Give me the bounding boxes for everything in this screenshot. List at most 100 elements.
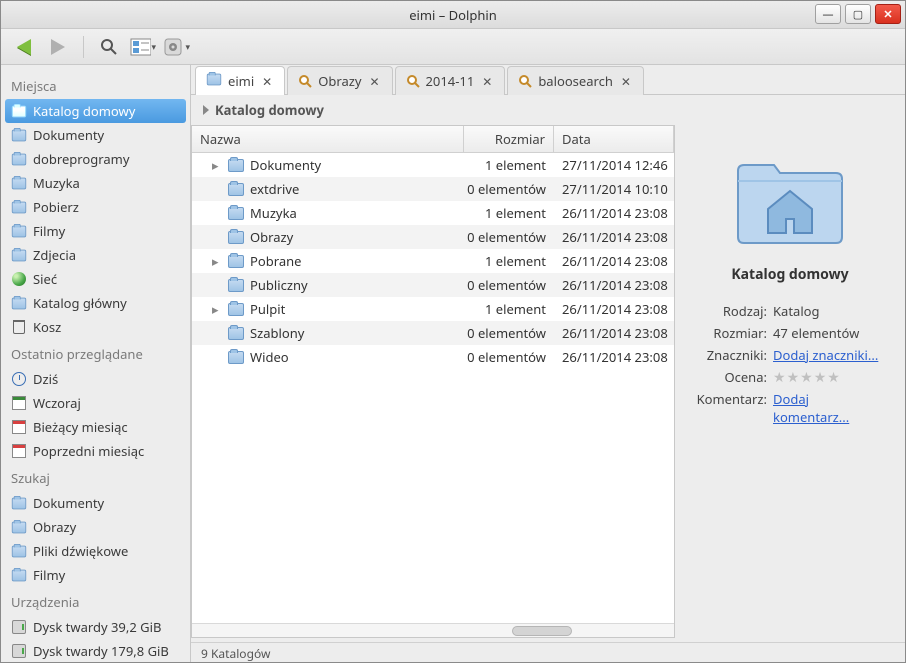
sidebar-section-title: Miejsca [1, 71, 190, 99]
column-size[interactable]: Rozmiar [464, 126, 554, 152]
add-tags-link[interactable]: Dodaj znaczniki... [773, 346, 878, 364]
sidebar-item-label: Wczoraj [33, 394, 81, 412]
expander-icon[interactable]: ▸ [212, 156, 222, 174]
table-row[interactable]: Muzyka1 element26/11/2014 23:08 [192, 201, 674, 225]
column-name[interactable]: Nazwa [192, 126, 464, 152]
sidebar-item[interactable]: Filmy [1, 219, 190, 243]
sidebar-item[interactable]: Dysk twardy 179,8 GiB [1, 639, 190, 662]
sidebar-item[interactable]: Sieć [1, 267, 190, 291]
table-row[interactable]: ▸Pulpit1 element26/11/2014 23:08 [192, 297, 674, 321]
sidebar-item[interactable]: Dokumenty [1, 123, 190, 147]
breadcrumb[interactable]: Katalog domowy [191, 95, 905, 125]
rating-label: Ocena: [695, 368, 773, 386]
add-comment-link[interactable]: Dodaj komentarz... [773, 390, 849, 426]
sidebar-item[interactable]: dobreprogramy [1, 147, 190, 171]
separator [83, 36, 84, 58]
row-date: 27/11/2014 12:46 [554, 156, 674, 174]
row-date: 26/11/2014 23:08 [554, 252, 674, 270]
horizontal-scrollbar[interactable] [192, 623, 674, 637]
sidebar-item[interactable]: Katalog główny [1, 291, 190, 315]
search-icon [406, 74, 420, 88]
window: eimi – Dolphin — ▢ ✕ ▾ ▾ MiejscaKatalog … [0, 0, 906, 663]
row-name: Pulpit [250, 300, 285, 318]
column-date[interactable]: Data [554, 126, 674, 152]
row-date: 26/11/2014 23:08 [554, 228, 674, 246]
breadcrumb-label: Katalog domowy [215, 101, 324, 119]
sidebar-item[interactable]: Dysk twardy 39,2 GiB [1, 615, 190, 639]
rows: ▸Dokumenty1 element27/11/2014 12:46extdr… [192, 153, 674, 623]
row-name: Publiczny [250, 276, 308, 294]
sidebar-item-label: Sieć [33, 270, 57, 288]
comment-label: Komentarz: [695, 390, 773, 426]
sidebar-item[interactable]: Obrazy [1, 515, 190, 539]
expander-icon[interactable]: ▸ [212, 252, 222, 270]
sidebar-item[interactable]: Dokumenty [1, 491, 190, 515]
table-row[interactable]: Szablony0 elementów26/11/2014 23:08 [192, 321, 674, 345]
row-size: 0 elementów [464, 276, 554, 294]
table-row[interactable]: ▸Dokumenty1 element27/11/2014 12:46 [192, 153, 674, 177]
sidebar-item[interactable]: Dziś [1, 367, 190, 391]
tab[interactable]: 2014-11✕ [395, 66, 506, 95]
trash-icon [11, 319, 27, 335]
tab-close-icon[interactable]: ✕ [619, 74, 633, 88]
clock-icon [11, 371, 27, 387]
search-button[interactable] [96, 34, 122, 60]
settings-button[interactable]: ▾ [164, 34, 190, 60]
tab-close-icon[interactable]: ✕ [368, 74, 382, 88]
toolbar: ▾ ▾ [1, 29, 905, 65]
table-row[interactable]: Wideo0 elementów26/11/2014 23:08 [192, 345, 674, 369]
close-button[interactable]: ✕ [875, 4, 901, 24]
rating-stars[interactable]: ★★★★★ [773, 371, 840, 385]
row-date: 26/11/2014 23:08 [554, 276, 674, 294]
sidebar-item-label: Pliki dźwiękowe [33, 542, 128, 560]
table-row[interactable]: extdrive0 elementów27/11/2014 10:10 [192, 177, 674, 201]
expander-icon[interactable]: ▸ [212, 300, 222, 318]
sidebar-item[interactable]: Zdjecia [1, 243, 190, 267]
sidebar-item[interactable]: Pliki dźwiękowe [1, 539, 190, 563]
main: eimi✕Obrazy✕2014-11✕baloosearch✕ Katalog… [191, 65, 905, 662]
sidebar-item-label: Pobierz [33, 198, 79, 216]
tab[interactable]: eimi✕ [195, 66, 285, 95]
view-mode-button[interactable]: ▾ [130, 34, 156, 60]
maximize-button[interactable]: ▢ [845, 4, 871, 24]
tab-close-icon[interactable]: ✕ [260, 74, 274, 88]
row-date: 26/11/2014 23:08 [554, 348, 674, 366]
row-size: 0 elementów [464, 180, 554, 198]
sidebar-item-label: Filmy [33, 222, 65, 240]
tab[interactable]: baloosearch✕ [507, 66, 644, 95]
row-name: Wideo [250, 348, 289, 366]
sidebar-item[interactable]: Pobierz [1, 195, 190, 219]
globe-icon [11, 271, 27, 287]
tab-close-icon[interactable]: ✕ [480, 74, 494, 88]
table-row[interactable]: Obrazy0 elementów26/11/2014 23:08 [192, 225, 674, 249]
content-row: Nazwa Rozmiar Data ▸Dokumenty1 element27… [191, 125, 905, 642]
kind-label: Rodzaj: [695, 302, 773, 320]
sidebar-item[interactable]: Poprzedni miesiąc [1, 439, 190, 463]
minimize-button[interactable]: — [815, 4, 841, 24]
tab[interactable]: Obrazy✕ [287, 66, 392, 95]
sidebar-item-label: Kosz [33, 318, 61, 336]
sidebar-item[interactable]: Bieżący miesiąc [1, 415, 190, 439]
sidebar: MiejscaKatalog domowyDokumentydobreprogr… [1, 65, 191, 662]
folder-icon [11, 103, 27, 119]
folder-icon [11, 199, 27, 215]
chevron-right-icon [203, 105, 209, 115]
scrollbar-thumb[interactable] [512, 626, 572, 636]
titlebar: eimi – Dolphin — ▢ ✕ [1, 1, 905, 29]
row-name: Szablony [250, 324, 304, 342]
forward-arrow-icon [51, 39, 65, 55]
sidebar-section-title: Ostatnio przeglądane [1, 339, 190, 367]
folder-icon [11, 247, 27, 263]
table-row[interactable]: ▸Pobrane1 element26/11/2014 23:08 [192, 249, 674, 273]
sidebar-item[interactable]: Kosz [1, 315, 190, 339]
folder-icon [228, 351, 244, 364]
folder-icon [206, 72, 222, 90]
sidebar-item[interactable]: Filmy [1, 563, 190, 587]
sidebar-item[interactable]: Katalog domowy [5, 99, 186, 123]
sidebar-item[interactable]: Muzyka [1, 171, 190, 195]
sidebar-item[interactable]: Wczoraj [1, 391, 190, 415]
forward-button[interactable] [45, 34, 71, 60]
table-row[interactable]: Publiczny 0 elementów26/11/2014 23:08 [192, 273, 674, 297]
back-button[interactable] [11, 34, 37, 60]
folder-icon [11, 519, 27, 535]
